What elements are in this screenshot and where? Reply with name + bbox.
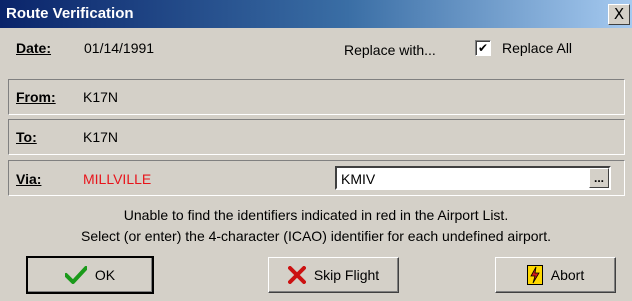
skip-flight-button[interactable]: Skip Flight [268,257,399,293]
replace-with-label: Replace with... [344,42,436,58]
title-bar: Route Verification X [0,0,632,28]
replace-all-checkbox[interactable]: ✔ [475,40,491,56]
x-icon [287,266,306,284]
to-value: K17N [83,129,119,145]
via-replacement-field[interactable]: KMIV ... [335,166,611,190]
abort-button[interactable]: Abort [495,257,616,293]
window-title: Route Verification [6,5,134,22]
abort-button-label: Abort [550,267,585,283]
via-replacement-text: KMIV [341,171,376,187]
message-line-1: Unable to find the identifiers indicated… [123,207,509,223]
ellipsis-icon: ... [593,171,604,185]
ok-button[interactable]: OK [26,256,154,294]
date-label: Date: [16,40,52,56]
via-value: MILLVILLE [83,171,152,187]
from-value: K17N [83,89,119,105]
ok-button-label: OK [94,267,116,283]
via-label: Via: [16,171,42,187]
browse-button[interactable]: ... [589,168,609,188]
message-line-2: Select (or enter) the 4-character (ICAO)… [81,228,551,244]
close-button[interactable]: X [608,4,630,25]
checkmark-icon: ✔ [477,41,489,55]
from-label: From: [16,89,56,105]
close-icon: X [613,5,625,23]
checkmark-icon [64,266,87,284]
date-value: 01/14/1991 [84,40,155,56]
to-label: To: [16,129,37,145]
skip-flight-button-label: Skip Flight [313,267,380,283]
replace-all-label: Replace All [502,40,573,56]
lightning-icon [526,265,543,285]
